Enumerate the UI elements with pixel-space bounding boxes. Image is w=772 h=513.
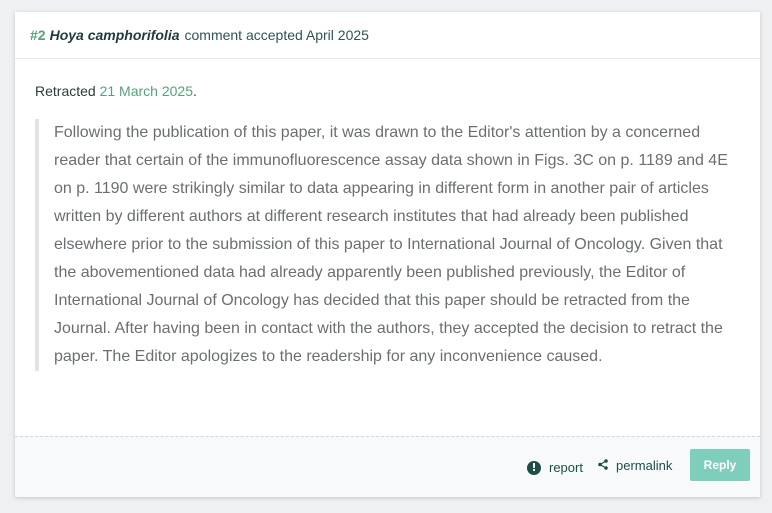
comment-status: comment accepted April 2025 (184, 27, 369, 43)
retraction-notice-quote: Following the publication of this paper,… (35, 119, 730, 371)
permalink-label: permalink (616, 458, 673, 473)
exclamation-circle-icon: ! (527, 460, 541, 475)
species-name: Hoya camphorifolia (49, 27, 180, 43)
comment-header: #2 Hoya camphorifolia comment accepted A… (15, 12, 760, 59)
report-link[interactable]: ! report (527, 460, 583, 475)
retraction-prefix: Retracted (35, 83, 96, 99)
retraction-suffix: . (193, 83, 197, 99)
comment-card: #2 Hoya camphorifolia comment accepted A… (15, 12, 760, 497)
report-label: report (549, 460, 583, 475)
reply-button[interactable]: Reply (690, 449, 750, 481)
retraction-date: 21 March 2025 (99, 83, 193, 99)
share-icon (598, 458, 608, 473)
comment-number: #2 (30, 27, 46, 43)
retraction-line: Retracted 21 March 2025. (35, 83, 197, 99)
permalink-link[interactable]: permalink (598, 458, 672, 473)
comment-footer: ! report permalink Reply (15, 436, 760, 497)
